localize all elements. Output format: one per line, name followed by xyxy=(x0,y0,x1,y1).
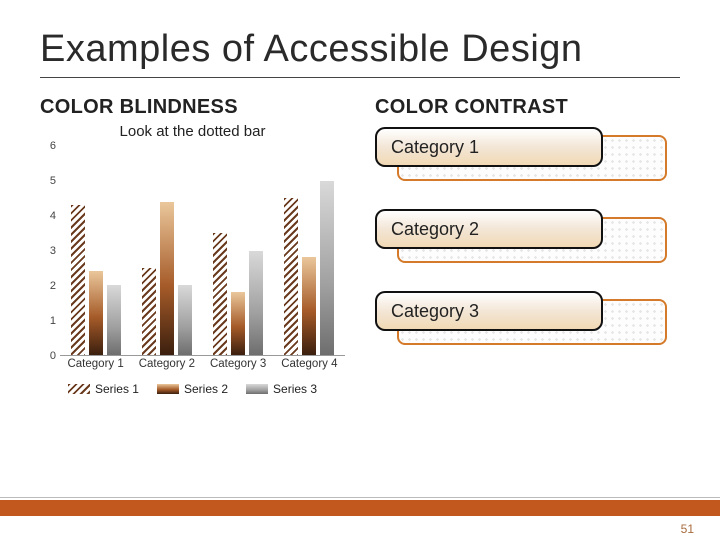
y-tick: 3 xyxy=(50,245,56,257)
bars-area xyxy=(60,146,345,355)
y-tick: 4 xyxy=(50,210,56,222)
bar xyxy=(89,271,103,355)
y-tick: 1 xyxy=(50,315,56,327)
y-tick: 2 xyxy=(50,280,56,292)
hatch-swatch-icon xyxy=(68,384,90,394)
x-tick: Category 2 xyxy=(131,358,202,376)
bar xyxy=(142,268,156,355)
left-column: COLOR BLINDNESS Look at the dotted bar 0… xyxy=(40,96,345,396)
footer-divider xyxy=(0,497,720,498)
plot-area xyxy=(60,146,345,356)
bar-chart: 0123456 Category 1Category 2Category 3Ca… xyxy=(40,146,345,376)
bar xyxy=(249,251,263,356)
grey-swatch-icon xyxy=(246,384,268,394)
legend-item-2: Series 2 xyxy=(157,382,228,396)
legend-item-1: Series 1 xyxy=(68,382,139,396)
bar xyxy=(284,198,298,355)
contrast-row-3: Category 3 xyxy=(375,291,680,345)
bar xyxy=(213,233,227,355)
x-tick: Category 1 xyxy=(60,358,131,376)
right-column: COLOR CONTRAST Category 1 Category 2 Cat… xyxy=(375,96,680,396)
page-number: 51 xyxy=(681,522,694,536)
y-tick: 5 xyxy=(50,175,56,187)
bar-group xyxy=(131,146,202,355)
chart-title: Look at the dotted bar xyxy=(40,123,345,140)
slide: Examples of Accessible Design COLOR BLIN… xyxy=(0,0,720,540)
bar xyxy=(160,202,174,355)
front-box-3: Category 3 xyxy=(375,291,603,331)
bar-group xyxy=(203,146,274,355)
x-tick: Category 3 xyxy=(203,358,274,376)
gradient-swatch-icon xyxy=(157,384,179,394)
bar xyxy=(71,205,85,355)
legend: Series 1 Series 2 Series 3 xyxy=(40,382,345,396)
legend-label-3: Series 3 xyxy=(273,382,317,396)
y-axis: 0123456 xyxy=(40,146,58,356)
x-axis: Category 1Category 2Category 3Category 4 xyxy=(60,358,345,376)
contrast-examples: Category 1 Category 2 Category 3 xyxy=(375,127,680,345)
legend-label-2: Series 2 xyxy=(184,382,228,396)
contrast-row-1: Category 1 xyxy=(375,127,680,181)
footer-accent-bar xyxy=(0,500,720,516)
front-box-1: Category 1 xyxy=(375,127,603,167)
left-heading: COLOR BLINDNESS xyxy=(40,96,345,119)
x-tick: Category 4 xyxy=(274,358,345,376)
front-box-2: Category 2 xyxy=(375,209,603,249)
page-title: Examples of Accessible Design xyxy=(40,28,680,78)
contrast-row-2: Category 2 xyxy=(375,209,680,263)
bar xyxy=(231,292,245,355)
legend-label-1: Series 1 xyxy=(95,382,139,396)
bar-group xyxy=(274,146,345,355)
right-heading: COLOR CONTRAST xyxy=(375,96,680,119)
bar xyxy=(178,285,192,355)
y-tick: 6 xyxy=(50,140,56,152)
bar-group xyxy=(60,146,131,355)
bar xyxy=(107,285,121,355)
bar xyxy=(302,257,316,355)
legend-item-3: Series 3 xyxy=(246,382,317,396)
bar xyxy=(320,181,334,355)
y-tick: 0 xyxy=(50,350,56,362)
two-column-layout: COLOR BLINDNESS Look at the dotted bar 0… xyxy=(40,96,680,396)
